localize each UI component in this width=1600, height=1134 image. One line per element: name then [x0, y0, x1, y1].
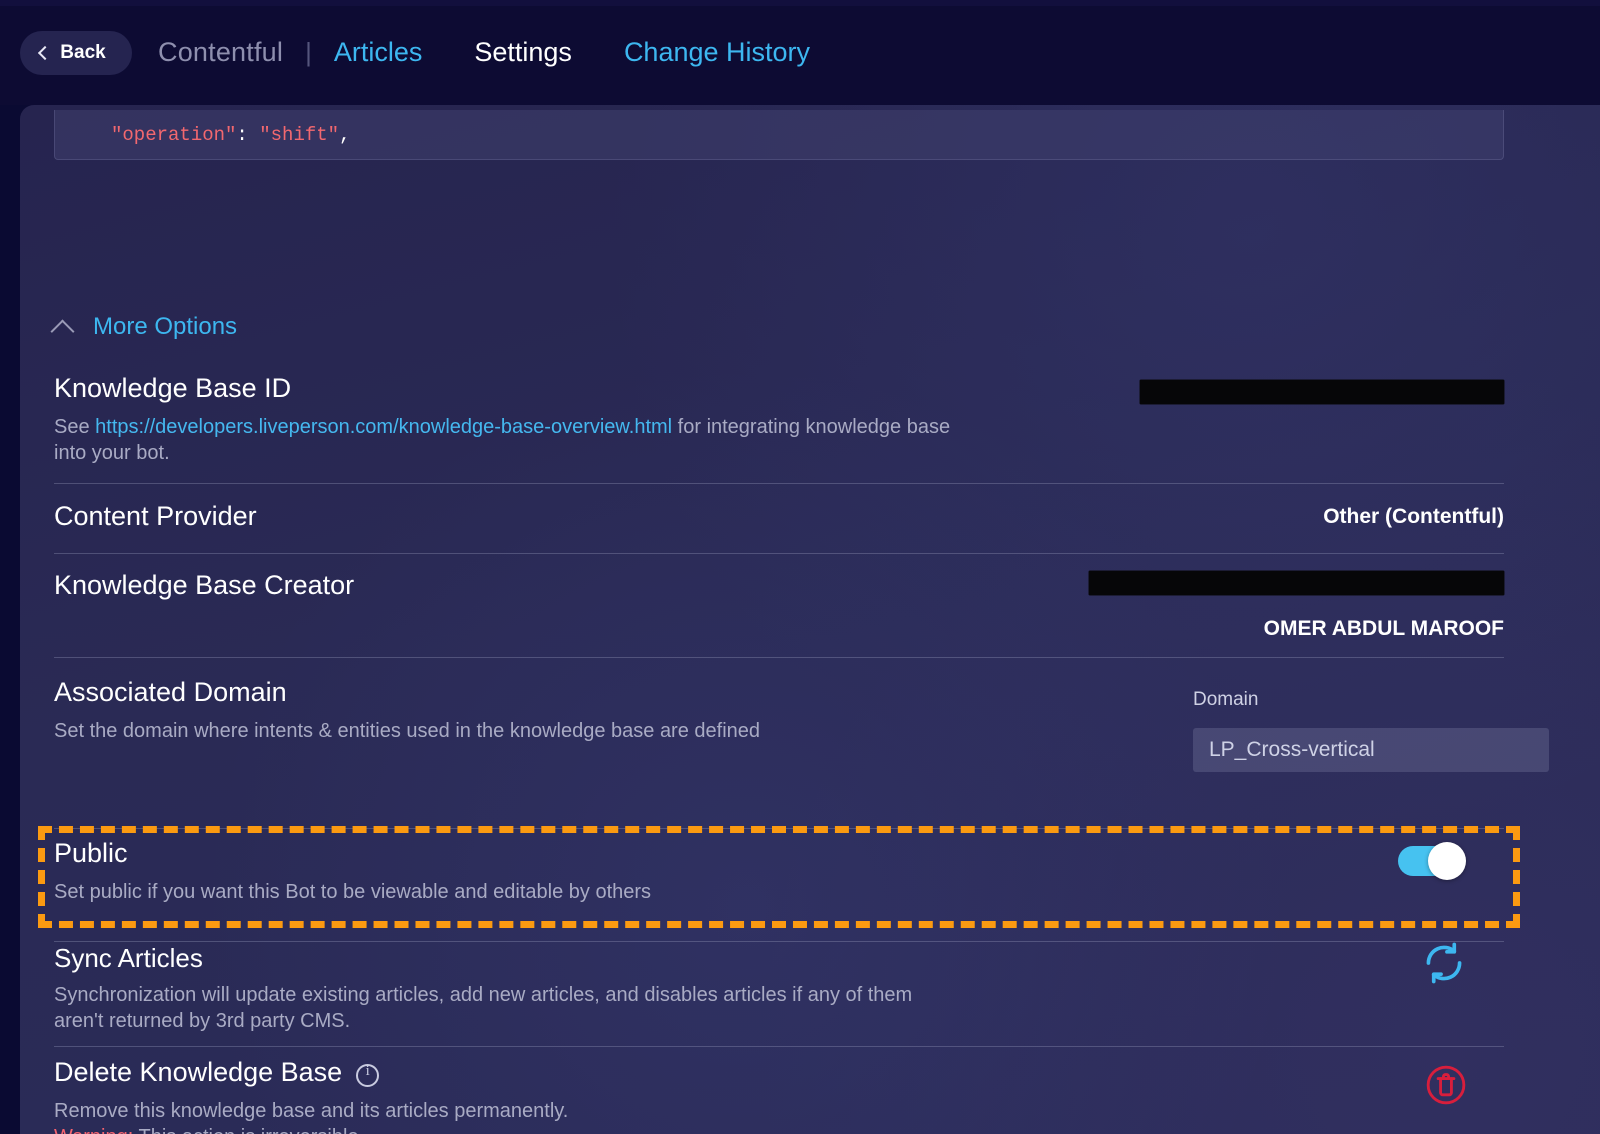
- content-provider-value: Other (Contentful): [1323, 505, 1504, 528]
- sync-articles-description: Synchronization will update existing art…: [54, 983, 934, 1034]
- redacted-creator-id: ████████████████████████████████: [1089, 571, 1504, 595]
- divider-after-public: [54, 941, 1504, 942]
- knowledge-base-creator-name: OMER ABDUL MAROOF: [1263, 617, 1504, 640]
- code-key: "operation": [111, 123, 237, 146]
- kb-id-desc-prefix: See: [54, 416, 96, 438]
- knowledge-base-overview-link[interactable]: https://developers.liveperson.com/knowle…: [95, 416, 672, 438]
- delete-warning-label: Warning:: [54, 1126, 133, 1134]
- sync-refresh-icon[interactable]: [1422, 941, 1466, 985]
- public-toggle-knob: [1428, 842, 1466, 880]
- knowledge-base-id-value: █████████████████████████████████: [1139, 379, 1504, 404]
- more-options-toggle[interactable]: More Options: [50, 313, 238, 344]
- divider-after-sync: [54, 1046, 1504, 1047]
- settings-panel: "operation": "shift", More Options Knowl…: [20, 105, 1600, 1134]
- code-snippet-block: "operation": "shift",: [54, 110, 1504, 160]
- domain-input[interactable]: [1193, 728, 1549, 772]
- domain-field-group: Domain: [1193, 689, 1549, 772]
- associated-domain-description: Set the domain where intents & entities …: [54, 720, 761, 742]
- delete-trash-icon[interactable]: [1426, 1065, 1466, 1105]
- delete-desc-line1: Remove this knowledge base and its artic…: [54, 1100, 569, 1122]
- code-colon: :: [236, 123, 260, 146]
- top-navigation-bar: Back Contentful | Articles Settings Chan…: [0, 0, 1600, 105]
- info-icon[interactable]: [356, 1063, 380, 1087]
- row-associated-domain: Associated Domain Set the domain where i…: [54, 677, 1549, 807]
- row-knowledge-base-id: Knowledge Base ID See https://developers…: [54, 373, 1504, 466]
- row-content-provider: Content Provider Other (Contentful): [54, 501, 1504, 571]
- back-button[interactable]: Back: [20, 30, 132, 75]
- tab-articles[interactable]: Articles: [334, 37, 423, 68]
- row-sync-articles: Sync Articles Synchronization will updat…: [54, 941, 1504, 1047]
- row-public: Public Set public if you want this Bot t…: [54, 838, 1504, 938]
- chevron-left-icon: [38, 45, 53, 60]
- delete-warning-text: This action is irreversible.: [133, 1126, 364, 1134]
- divider-after-creator: [54, 657, 1504, 658]
- code-comma: ,: [339, 123, 351, 146]
- delete-kb-description: Remove this knowledge base and its artic…: [54, 1099, 954, 1134]
- breadcrumb-separator: |: [305, 36, 312, 67]
- divider-after-kb-id: [54, 483, 1504, 484]
- back-button-label: Back: [60, 41, 106, 63]
- knowledge-base-creator-id: ████████████████████████████████: [1089, 570, 1504, 595]
- public-title: Public: [54, 838, 128, 868]
- content-provider-title: Content Provider: [54, 501, 257, 531]
- divider-after-content-provider: [54, 553, 1504, 554]
- sync-desc-line1: Synchronization will update existing art…: [54, 984, 913, 1006]
- tab-settings[interactable]: Settings: [474, 37, 572, 68]
- row-delete-knowledge-base: Delete Knowledge Base Remove this knowle…: [54, 1057, 1504, 1134]
- domain-field-label: Domain: [1193, 689, 1259, 710]
- breadcrumb-app-name: Contentful: [158, 37, 284, 67]
- knowledge-base-id-description: See https://developers.liveperson.com/kn…: [54, 415, 954, 466]
- tab-change-history[interactable]: Change History: [624, 37, 810, 68]
- delete-knowledge-base-title: Delete Knowledge Base: [54, 1057, 343, 1087]
- chevron-up-icon: [50, 318, 75, 344]
- public-description: Set public if you want this Bot to be vi…: [54, 881, 652, 903]
- delete-kb-title-group: Delete Knowledge Base: [54, 1057, 1504, 1088]
- more-options-label: More Options: [93, 313, 238, 340]
- row-knowledge-base-creator: Knowledge Base Creator █████████████████…: [54, 570, 1504, 680]
- code-value: "shift": [259, 123, 340, 146]
- sync-articles-title: Sync Articles: [54, 943, 203, 973]
- divider-after-domain: [54, 828, 1504, 829]
- public-toggle[interactable]: [1398, 842, 1466, 880]
- sync-desc-line2: aren't returned by 3rd party CMS.: [54, 1009, 351, 1032]
- redacted-knowledge-base-id: █████████████████████████████████: [1139, 380, 1504, 404]
